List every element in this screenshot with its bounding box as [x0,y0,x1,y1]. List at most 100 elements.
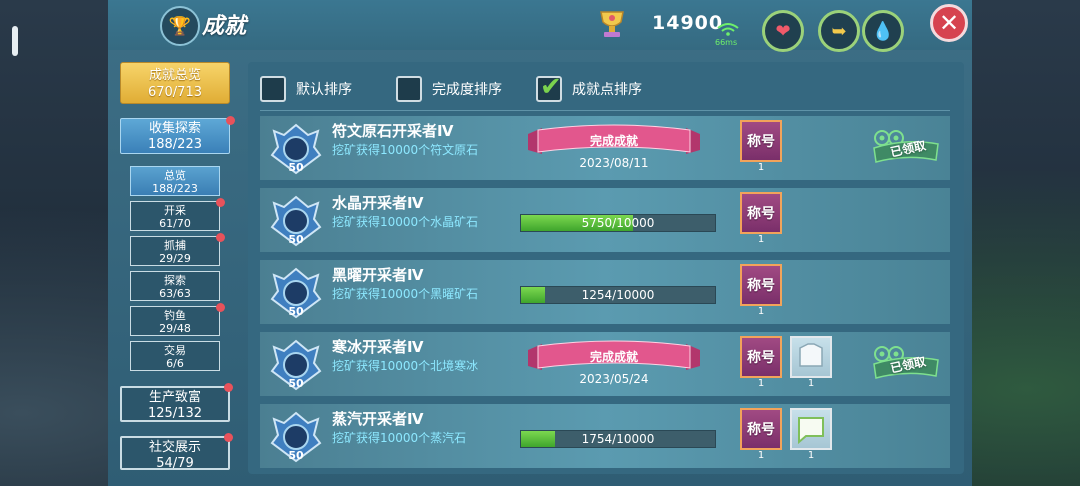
sub-item-fishing[interactable]: 钓鱼 29/48 [130,306,220,336]
completed-status: 完成成就 [589,134,638,148]
sub-count: 6/6 [166,357,184,370]
reward-title-item[interactable]: 称号 [740,336,782,378]
sub-count: 29/48 [159,322,191,335]
drop-icon[interactable]: 💧 [862,10,904,52]
points-label: 50 [288,161,304,174]
category-count: 125/132 [147,406,202,421]
achievement-name: 水晶开采者Ⅳ [332,194,424,212]
heart-icon[interactable]: ❤ [762,10,804,52]
reward-title-item[interactable]: 称号 [740,192,782,234]
sort-checkbox[interactable]: ✔ [536,72,562,102]
close-button[interactable]: ✕ [930,4,968,42]
reward-title-item[interactable]: 称号 [740,264,782,306]
reward-count: 1 [757,450,765,461]
reward-costume-item[interactable] [790,336,832,378]
reward-count: 1 [757,378,765,389]
summary-label: 成就总览 [148,68,201,83]
costume-icon [799,343,823,367]
gold-cup-icon[interactable] [595,6,629,40]
progress-text: 1754/10000 [581,432,655,446]
progress-bar: 5750/10000 [520,214,716,232]
achievement-emblem-icon: 50 [270,123,322,175]
achievement-name: 符文原石开采者Ⅳ [332,122,454,140]
category-count: 54/79 [156,456,194,470]
category-label: 收集探索 [148,121,201,136]
achievement-list-panel: 默认排序 完成度排序 ✔ 成就点排序 50 符文原石开采者Ⅳ 挖矿获得10000… [248,62,964,474]
category-social[interactable]: 社交展示 54/79 [120,436,230,470]
sort-points[interactable]: ✔ 成就点排序 [536,72,642,104]
sort-checkbox[interactable] [260,76,286,102]
reward-title-item[interactable]: 称号 [740,120,782,162]
achievement-name: 蒸汽开采者Ⅳ [332,410,424,428]
sub-label: 总览 [164,169,186,182]
sub-count: 61/70 [159,217,191,230]
achievement-row[interactable]: 50 水晶开采者Ⅳ 挖矿获得10000个水晶矿石 5750/10000 称号 1 [260,188,950,252]
sort-completion[interactable]: 完成度排序 [396,74,502,104]
summary-button[interactable]: 成就总览 670/713 [120,62,230,104]
sub-item-trade[interactable]: 交易 6/6 [130,341,220,371]
points-label: 50 [288,449,304,462]
category-count: 188/223 [147,137,202,152]
category-production[interactable]: 生产致富 125/132 [120,386,230,422]
reward-count: 1 [757,234,765,245]
achievement-emblem-icon: 50 [270,267,322,319]
achievement-row[interactable]: 50 黑曜开采者Ⅳ 挖矿获得10000个黑曜矿石 1254/10000 称号 1 [260,260,950,324]
sort-checkbox[interactable] [396,76,422,102]
progress-text: 5750/10000 [581,216,655,230]
trophy-icon: 🏆 [160,6,200,46]
achievement-desc: 挖矿获得10000个北境寒冰 [332,359,479,373]
sub-item-overview[interactable]: 总览 188/223 [130,166,220,196]
sub-count: 188/223 [152,182,198,195]
achievement-name: 寒冰开采者Ⅳ [332,338,424,356]
notification-dot [224,383,233,392]
achievement-row[interactable]: 50 寒冰开采者Ⅳ 挖矿获得10000个北境寒冰 完成成就 2023/05/24… [260,332,950,396]
reward-bubble-item[interactable] [790,408,832,450]
notification-dot [216,233,225,242]
sub-label: 交易 [164,344,186,357]
sub-label: 探索 [164,274,186,287]
check-icon: ✔ [540,72,562,102]
category-collect[interactable]: 收集探索 188/223 [120,118,230,154]
sort-default[interactable]: 默认排序 [260,74,352,104]
progress-text: 1254/10000 [581,288,655,302]
arrow-icon[interactable]: ➥ [818,10,860,52]
achievement-emblem-icon: 50 [270,195,322,247]
reward-label: 称号 [747,350,775,366]
points-label: 50 [288,377,304,390]
sub-label: 开采 [164,204,186,217]
sort-options: 默认排序 完成度排序 ✔ 成就点排序 [260,70,950,111]
title-bar: 🏆 成就 14900 66ms ❤ ➥ 💧 ✕ [108,0,972,52]
sort-label: 成就点排序 [572,82,642,98]
sub-item-explore[interactable]: 探索 63/63 [130,271,220,301]
reward-count: 1 [757,306,765,317]
sub-label: 抓捕 [164,239,186,252]
progress-bar: 1254/10000 [520,286,716,304]
page-title: 成就 [202,14,247,39]
sub-count: 63/63 [159,287,191,300]
notification-dot [226,116,235,125]
sort-label: 完成度排序 [432,82,502,98]
achievement-desc: 挖矿获得10000个黑曜矿石 [332,287,479,301]
notification-dot [224,433,233,442]
progress-bar: 1754/10000 [520,430,716,448]
reward-label: 称号 [747,134,775,150]
reward-title-item[interactable]: 称号 [740,408,782,450]
category-label: 社交展示 [148,440,201,455]
sort-label: 默认排序 [296,82,352,98]
achievement-desc: 挖矿获得10000个符文原石 [332,143,479,157]
achievement-emblem-icon: 50 [270,339,322,391]
achievement-desc: 挖矿获得10000个水晶矿石 [332,215,479,229]
notification-dot [216,198,225,207]
reward-count: 1 [807,450,815,461]
reward-count: 1 [757,162,765,173]
achievement-emblem-icon: 50 [270,411,322,463]
category-label: 生产致富 [148,390,201,405]
points-label: 50 [288,233,304,246]
side-handle[interactable] [12,26,18,56]
sub-item-capture[interactable]: 抓捕 29/29 [130,236,220,266]
notification-dot [216,303,225,312]
reward-label: 称号 [747,206,775,222]
achievement-row[interactable]: 50 蒸汽开采者Ⅳ 挖矿获得10000个蒸汽石 1754/10000 称号 1 … [260,404,950,468]
achievement-row[interactable]: 50 符文原石开采者Ⅳ 挖矿获得10000个符文原石 完成成就 2023/08/… [260,116,950,180]
sub-item-mining[interactable]: 开采 61/70 [130,201,220,231]
